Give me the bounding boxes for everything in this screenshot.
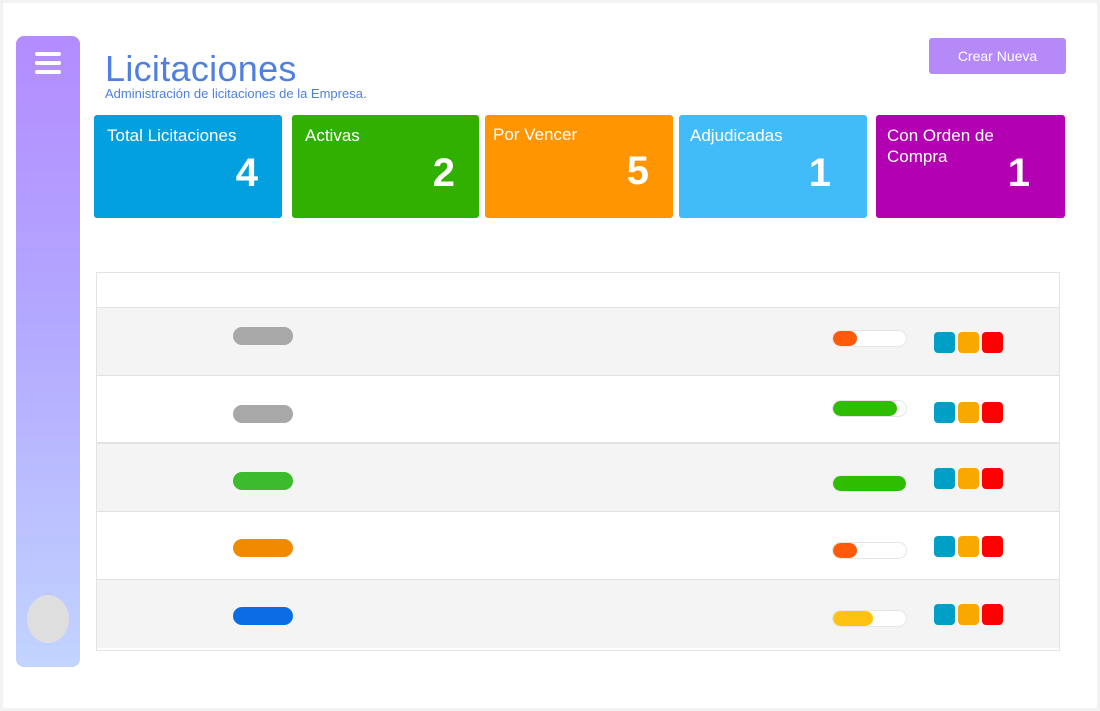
status-badge [233, 607, 293, 625]
delete-action-icon[interactable] [982, 332, 1003, 353]
delete-action-icon[interactable] [982, 402, 1003, 423]
progress-bar [832, 542, 907, 559]
card-value: 1 [808, 151, 831, 195]
hamburger-menu-icon[interactable] [35, 52, 61, 74]
page-title: Licitaciones [105, 48, 297, 89]
progress-fill [833, 543, 858, 558]
edit-action-icon[interactable] [958, 536, 979, 557]
table-row[interactable] [97, 444, 1059, 512]
card-label: Total Licitaciones [107, 126, 237, 145]
table-row[interactable] [97, 512, 1059, 580]
delete-action-icon[interactable] [982, 604, 1003, 625]
row-actions [934, 468, 1003, 489]
card-label: Por Vencer [493, 125, 578, 144]
card-por-vencer[interactable]: Por Vencer 5 [485, 115, 673, 218]
card-label: Activas [305, 126, 360, 145]
licitaciones-table [96, 272, 1060, 651]
status-badge [233, 405, 293, 423]
progress-bar [832, 610, 907, 627]
table-header [97, 273, 1059, 308]
view-action-icon[interactable] [934, 536, 955, 557]
create-new-button[interactable]: Crear Nueva [929, 38, 1066, 74]
card-con-orden-de-compra[interactable]: Con Orden de Compra 1 [876, 115, 1065, 218]
delete-action-icon[interactable] [982, 468, 1003, 489]
card-value: 1 [1007, 151, 1030, 195]
progress-fill [833, 401, 898, 416]
progress-fill [833, 476, 906, 491]
progress-bar [832, 400, 907, 417]
card-value: 4 [235, 151, 258, 195]
progress-bar [832, 475, 907, 492]
delete-action-icon[interactable] [982, 536, 1003, 557]
table-row[interactable] [97, 580, 1059, 648]
view-action-icon[interactable] [934, 468, 955, 489]
card-total-licitaciones[interactable]: Total Licitaciones 4 [94, 115, 282, 218]
view-action-icon[interactable] [934, 332, 955, 353]
edit-action-icon[interactable] [958, 468, 979, 489]
row-actions [934, 536, 1003, 557]
card-value: 5 [626, 149, 649, 193]
edit-action-icon[interactable] [958, 402, 979, 423]
view-action-icon[interactable] [934, 402, 955, 423]
view-action-icon[interactable] [934, 604, 955, 625]
edit-action-icon[interactable] [958, 332, 979, 353]
status-badge [233, 539, 293, 557]
status-badge [233, 472, 293, 490]
card-adjudicadas[interactable]: Adjudicadas 1 [679, 115, 867, 218]
card-label: Adjudicadas [690, 126, 783, 145]
table-row[interactable] [97, 376, 1059, 444]
status-badge [233, 327, 293, 345]
progress-bar [832, 330, 907, 347]
page-subtitle: Administración de licitaciones de la Emp… [105, 86, 367, 101]
card-label: Con Orden de Compra [887, 126, 994, 166]
progress-fill [833, 331, 858, 346]
sidebar [16, 36, 80, 667]
card-value: 2 [432, 151, 455, 195]
card-activas[interactable]: Activas 2 [292, 115, 479, 218]
progress-fill [833, 611, 874, 626]
row-actions [934, 332, 1003, 353]
avatar[interactable] [27, 595, 69, 643]
row-actions [934, 402, 1003, 423]
edit-action-icon[interactable] [958, 604, 979, 625]
row-actions [934, 604, 1003, 625]
table-row[interactable] [97, 308, 1059, 376]
